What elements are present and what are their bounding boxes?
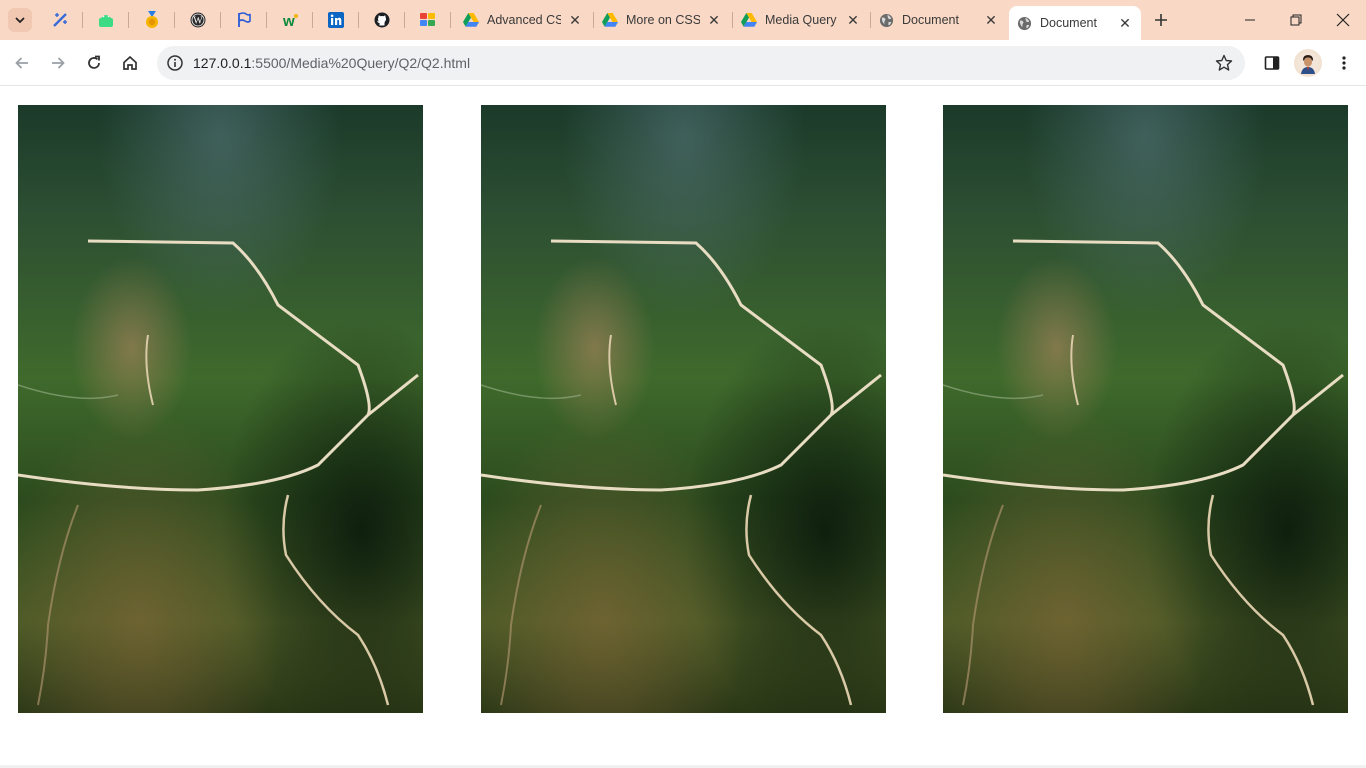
tab-search-button[interactable] [8,8,32,32]
url-host: 127.0.0.1 [193,55,252,71]
tab-title: Document [902,13,959,27]
pinned-tab-android[interactable] [93,8,119,32]
chevron-down-icon [15,17,25,24]
close-icon [1336,13,1350,27]
avatar-icon [1297,52,1319,74]
aerial-landscape-photo [481,105,886,713]
svg-text:W: W [193,16,203,27]
tab-title: Media Query [765,13,837,27]
aerial-landscape-photo [18,105,423,713]
back-button[interactable] [8,49,36,77]
arrow-left-icon [15,57,28,69]
landscape-image [943,105,1348,713]
medal-icon [146,11,158,28]
profile-avatar[interactable] [1294,49,1322,77]
landscape-image [18,105,423,713]
page-content [0,87,1366,768]
tab-document[interactable]: Document ✕ [871,6,1007,34]
minimize-button[interactable] [1227,8,1273,32]
tab-title: More on CSS [626,13,700,27]
pinned-tab-ai[interactable] [47,8,73,32]
home-icon [123,55,137,70]
browser-titlebar: W w Advanced CSS ✕ More [0,0,1366,40]
restore-button[interactable] [1273,8,1319,32]
apps-icon [420,13,435,26]
ai-tool-icon [53,13,67,27]
site-info-button[interactable] [165,53,185,73]
pinned-tab-github[interactable] [369,8,395,32]
pinned-tab-apps[interactable] [415,8,441,32]
pinned-tab-medal[interactable] [139,8,165,32]
close-icon[interactable]: ✕ [983,12,999,28]
close-icon[interactable]: ✕ [567,12,583,28]
w-icon: w [282,13,298,28]
forward-button[interactable] [44,49,72,77]
tab-strip: W w Advanced CSS ✕ More [0,0,1366,40]
star-icon [1215,54,1233,71]
wordpress-icon: W [190,12,206,28]
bookmark-button[interactable] [1215,54,1233,72]
close-icon[interactable]: ✕ [845,12,861,28]
google-drive-icon [463,13,479,27]
flag-icon [238,12,251,27]
pinned-tab-linkedin[interactable] [323,8,349,32]
pinned-tab-flag[interactable] [231,8,257,32]
plus-icon [1155,14,1167,26]
tab-more-on-css[interactable]: More on CSS ✕ [594,6,730,34]
pinned-tab-w[interactable]: w [277,8,303,32]
linkedin-icon [328,12,344,28]
tab-media-query[interactable]: Media Query ✕ [733,6,869,34]
info-icon [167,55,183,71]
landscape-image [481,105,886,713]
android-icon [99,15,113,27]
tab-document-active[interactable]: Document ✕ [1009,6,1141,40]
arrow-right-icon [52,57,65,69]
tab-advanced-css[interactable]: Advanced CSS ✕ [455,6,591,34]
tab-title: Document [1040,16,1097,30]
reload-button[interactable] [80,49,108,77]
aerial-landscape-photo [943,105,1348,713]
pinned-tab-wordpress[interactable]: W [185,8,211,32]
browser-toolbar: 127.0.0.1:5500/Media%20Query/Q2/Q2.html [0,40,1366,86]
close-window-button[interactable] [1320,8,1366,32]
home-button[interactable] [116,49,144,77]
more-vert-icon [1342,56,1346,70]
reload-icon [88,55,100,69]
svg-text:w: w [282,13,295,28]
restore-icon [1290,14,1302,26]
globe-icon [1017,16,1032,30]
new-tab-button[interactable] [1150,9,1172,31]
google-drive-icon [741,13,757,27]
url-path: :5500/Media%20Query/Q2/Q2.html [251,55,471,71]
menu-button[interactable] [1330,49,1358,77]
google-drive-icon [602,13,618,27]
close-icon[interactable]: ✕ [1117,15,1133,31]
close-icon[interactable]: ✕ [706,12,722,28]
globe-icon [879,13,894,27]
side-panel-button[interactable] [1258,49,1286,77]
address-bar[interactable]: 127.0.0.1:5500/Media%20Query/Q2/Q2.html [157,46,1245,80]
github-icon [374,12,390,28]
side-panel-icon [1264,56,1280,70]
url-text[interactable]: 127.0.0.1:5500/Media%20Query/Q2/Q2.html [193,55,470,71]
tab-title: Advanced CSS [487,13,561,27]
minimize-icon [1245,19,1255,21]
